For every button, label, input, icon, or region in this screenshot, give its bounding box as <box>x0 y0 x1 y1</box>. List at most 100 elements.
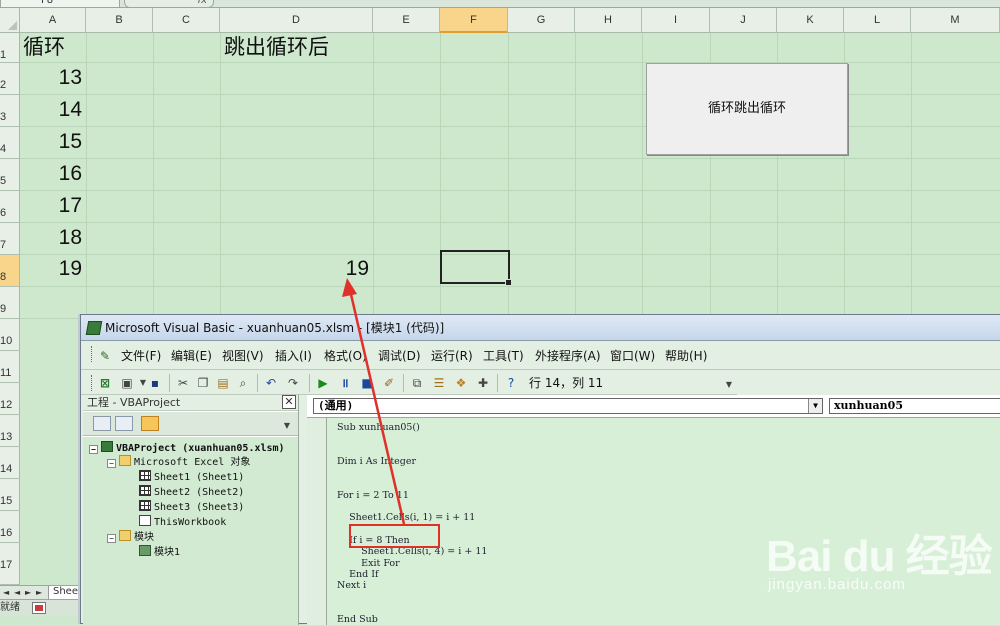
prev-sheet-icon[interactable]: ◄ <box>14 588 20 597</box>
row-header-7[interactable]: 7 <box>0 223 20 255</box>
menu-debug[interactable]: 调试(D) <box>378 342 421 370</box>
toolbox-icon[interactable]: ✚ <box>475 375 491 391</box>
col-header-c[interactable]: C <box>153 8 220 33</box>
menu-help[interactable]: 帮助(H) <box>665 342 707 370</box>
object-dropdown[interactable]: (通用) ▼ <box>313 398 823 414</box>
row-header-15[interactable]: 15 <box>0 479 20 511</box>
help-icon[interactable]: ? <box>503 375 519 391</box>
cell-a6[interactable]: 17 <box>22 191 82 221</box>
row-header-2[interactable]: 2 <box>0 63 20 95</box>
toggle-folders-icon[interactable] <box>141 416 159 431</box>
last-sheet-icon[interactable]: ► <box>36 588 42 597</box>
row-header-8[interactable]: 8 <box>0 255 20 287</box>
menubar-grip[interactable] <box>91 346 94 362</box>
next-sheet-icon[interactable]: ► <box>25 588 31 597</box>
procedure-dropdown[interactable]: xunhuan05 <box>829 398 1000 414</box>
undo-icon[interactable]: ↶ <box>263 375 279 391</box>
chevron-down-icon[interactable]: ▼ <box>808 399 822 413</box>
code-line[interactable]: For i = 2 To 11 <box>337 490 409 502</box>
tree-node-thisworkbook[interactable]: ThisWorkbook <box>139 515 226 529</box>
code-line[interactable]: End If <box>337 569 378 581</box>
toolbar-grip[interactable] <box>91 375 94 391</box>
project-explorer-icon[interactable]: ⧉ <box>409 375 425 391</box>
menu-format[interactable]: 格式(O) <box>324 342 367 370</box>
collapse-icon[interactable]: − <box>89 445 98 454</box>
row-header-14[interactable]: 14 <box>0 447 20 479</box>
row-header-1[interactable]: 1 <box>0 33 20 63</box>
vbe-title-bar[interactable]: Microsoft Visual Basic - xuanhuan05.xlsm… <box>81 315 1000 341</box>
collapse-icon[interactable]: − <box>107 459 116 468</box>
col-header-h[interactable]: H <box>575 8 642 33</box>
col-header-k[interactable]: K <box>777 8 844 33</box>
cell-a5[interactable]: 16 <box>22 159 82 189</box>
properties-window-icon[interactable]: ☰ <box>431 375 447 391</box>
fx-button[interactable]: fx <box>124 0 214 8</box>
view-object-icon[interactable] <box>115 416 133 431</box>
copy-icon[interactable]: ❐ <box>195 375 211 391</box>
code-line[interactable]: Sheet1.Cells(i, 1) = i + 11 <box>337 512 475 524</box>
menu-edit[interactable]: 编辑(E) <box>171 342 212 370</box>
break-icon[interactable]: ॥ <box>337 375 353 391</box>
row-header-5[interactable]: 5 <box>0 159 20 191</box>
tree-node-modules[interactable]: − 模块 <box>107 530 154 544</box>
record-macro-icon[interactable] <box>32 602 46 614</box>
cell-d8[interactable]: 19 <box>222 254 369 284</box>
run-icon[interactable]: ▶ <box>315 375 331 391</box>
toolbar-options-icon[interactable]: ▼ <box>721 377 737 393</box>
row-header-9[interactable]: 9 <box>0 287 20 319</box>
code-line[interactable]: Next i <box>337 580 366 592</box>
menu-tools[interactable]: 工具(T) <box>483 342 524 370</box>
macro-button[interactable]: 循环跳出循环 <box>646 63 848 155</box>
col-header-b[interactable]: B <box>86 8 153 33</box>
pane-options-icon[interactable]: ▼ <box>279 418 295 434</box>
col-header-j[interactable]: J <box>710 8 777 33</box>
cell-a7[interactable]: 18 <box>22 223 82 253</box>
save-icon[interactable]: ▪ <box>147 375 163 391</box>
tree-node-project[interactable]: − VBAProject (xuanhuan05.xlsm) <box>89 441 285 455</box>
cell-a1[interactable]: 循环 <box>23 32 65 62</box>
row-header-6[interactable]: 6 <box>0 191 20 223</box>
name-box[interactable]: F8 <box>0 0 120 8</box>
view-excel-icon[interactable]: ⊠ <box>97 375 113 391</box>
sheet-tab[interactable]: Sheet1 <box>48 586 80 600</box>
find-icon[interactable]: ⌕ <box>235 375 251 391</box>
row-header-12[interactable]: 12 <box>0 383 20 415</box>
excel-view-icon[interactable]: ✎ <box>97 348 113 364</box>
col-header-i[interactable]: I <box>642 8 710 33</box>
row-header-17[interactable]: 17 <box>0 543 20 585</box>
row-header-4[interactable]: 4 <box>0 127 20 159</box>
insert-userform-icon[interactable]: ▣ <box>119 375 135 391</box>
menu-file[interactable]: 文件(F) <box>121 342 161 370</box>
row-header-16[interactable]: 16 <box>0 511 20 543</box>
tree-node-module1[interactable]: 模块1 <box>139 545 180 559</box>
row-header-13[interactable]: 13 <box>0 415 20 447</box>
col-header-m[interactable]: M <box>911 8 1000 33</box>
cell-a4[interactable]: 15 <box>22 127 82 157</box>
code-gutter[interactable] <box>307 418 327 625</box>
object-browser-icon[interactable]: ❖ <box>453 375 469 391</box>
col-header-g[interactable]: G <box>508 8 575 33</box>
cut-icon[interactable]: ✂ <box>175 375 191 391</box>
menu-insert[interactable]: 插入(I) <box>275 342 312 370</box>
col-header-f[interactable]: F <box>440 8 508 33</box>
code-line[interactable]: Sheet1.Cells(i, 4) = i + 11 <box>337 546 487 558</box>
code-line[interactable]: Sub xunhuan05() <box>337 422 420 434</box>
design-mode-icon[interactable]: ✐ <box>381 375 397 391</box>
col-header-l[interactable]: L <box>844 8 911 33</box>
col-header-e[interactable]: E <box>373 8 440 33</box>
cell-a8[interactable]: 19 <box>22 254 82 284</box>
cell-d1[interactable]: 跳出循环后 <box>224 32 329 62</box>
close-icon[interactable]: ✕ <box>282 395 296 409</box>
cell-a3[interactable]: 14 <box>22 95 82 125</box>
code-line[interactable]: Dim i As Integer <box>337 456 416 468</box>
view-code-icon[interactable] <box>93 416 111 431</box>
menu-window[interactable]: 窗口(W) <box>610 342 655 370</box>
row-header-10[interactable]: 10 <box>0 319 20 351</box>
collapse-icon[interactable]: − <box>107 534 116 543</box>
col-header-a[interactable]: A <box>20 8 86 33</box>
menu-view[interactable]: 视图(V) <box>222 342 264 370</box>
code-line[interactable]: Exit For <box>337 558 400 570</box>
reset-icon[interactable]: ■ <box>359 375 375 391</box>
redo-icon[interactable]: ↷ <box>285 375 301 391</box>
menu-addins[interactable]: 外接程序(A) <box>535 342 601 370</box>
